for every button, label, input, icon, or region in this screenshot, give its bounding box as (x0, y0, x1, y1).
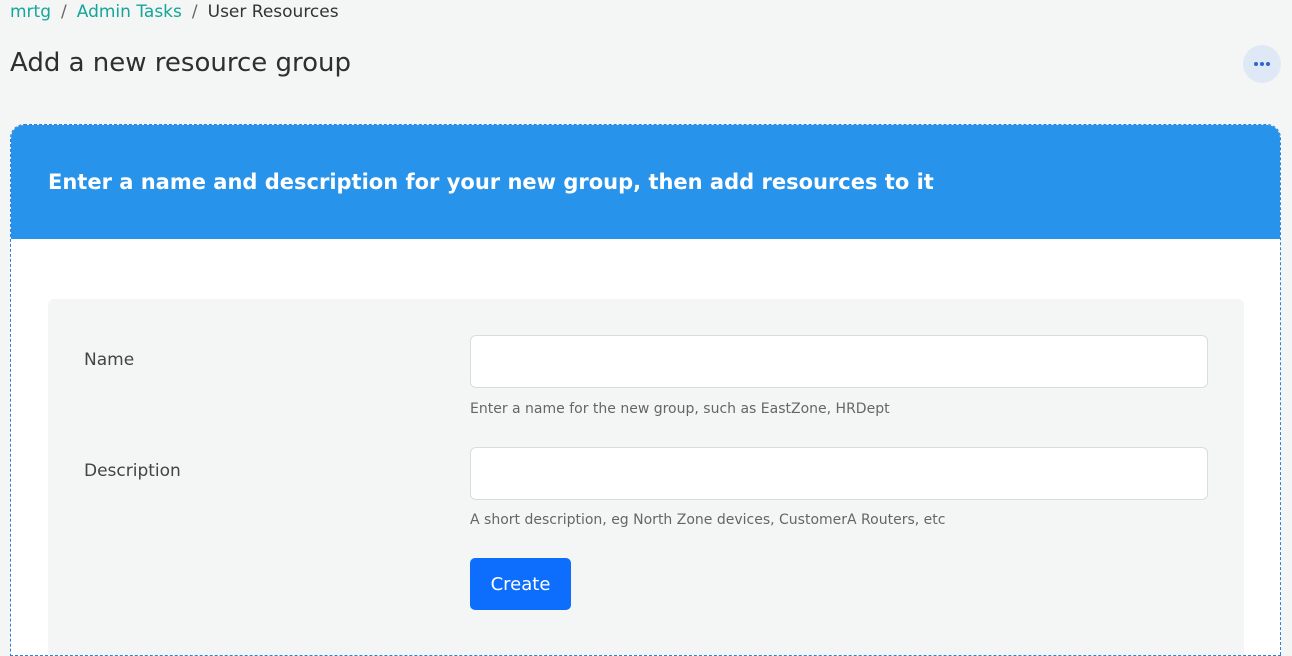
breadcrumb-current: User Resources (207, 2, 339, 22)
create-button[interactable]: Create (470, 558, 571, 610)
breadcrumb-link-mrtg[interactable]: mrtg (10, 1, 51, 23)
breadcrumb-separator: / (191, 2, 198, 22)
name-help-text: Enter a name for the new group, such as … (470, 401, 890, 417)
breadcrumb-separator: / (61, 2, 67, 22)
name-input[interactable] (470, 335, 1208, 388)
resource-group-form: Name Enter a name for the new group, suc… (48, 299, 1244, 655)
resource-group-card: Enter a name and description for your ne… (10, 124, 1281, 656)
card-heading: Enter a name and description for your ne… (48, 170, 934, 194)
description-input[interactable] (470, 447, 1208, 500)
card-header: Enter a name and description for your ne… (11, 125, 1280, 239)
ellipsis-horizontal-icon (1254, 62, 1270, 66)
name-label: Name (84, 350, 135, 370)
more-options-button[interactable] (1243, 45, 1281, 83)
breadcrumb-link-admin-tasks[interactable]: Admin Tasks (77, 1, 182, 23)
description-label: Description (84, 461, 181, 481)
breadcrumb: mrtg / Admin Tasks / User Resources (10, 1, 339, 23)
description-help-text: A short description, eg North Zone devic… (470, 512, 946, 528)
page-title: Add a new resource group (10, 48, 352, 78)
